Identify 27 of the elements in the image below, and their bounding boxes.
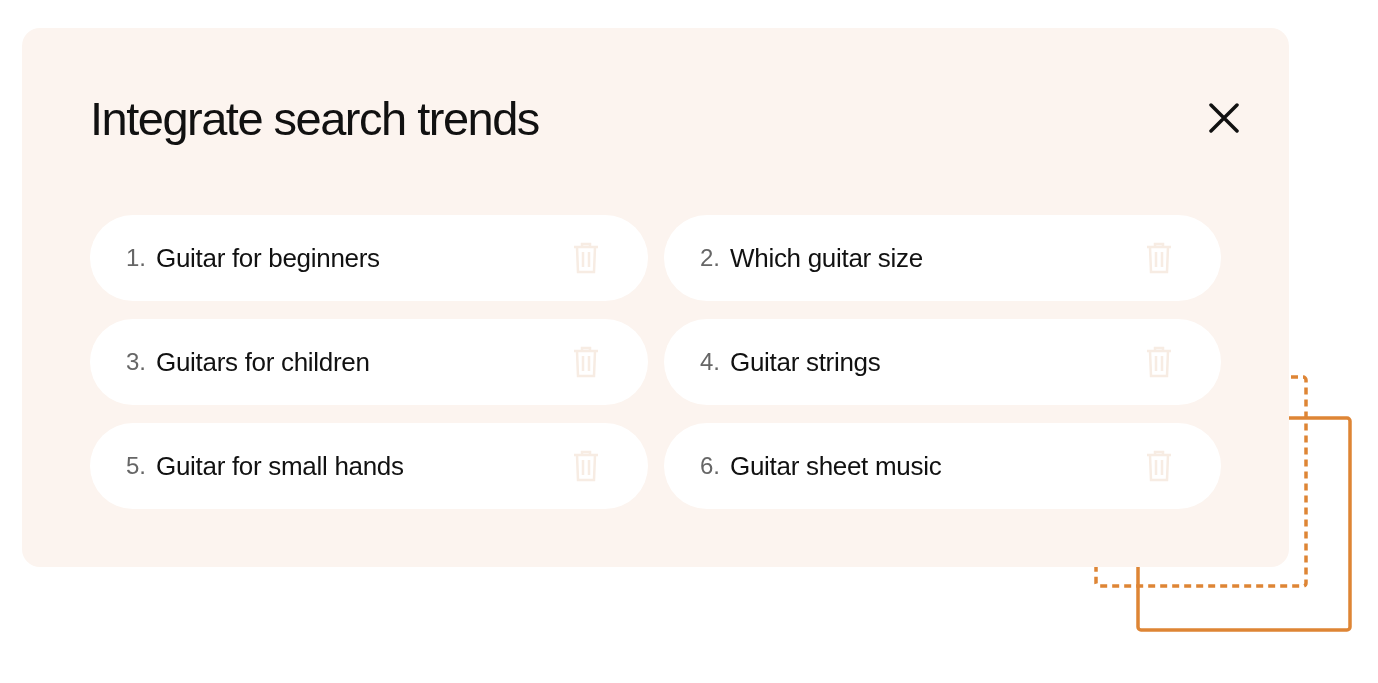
item-number: 1.: [126, 244, 147, 272]
delete-button[interactable]: [572, 450, 600, 482]
close-button[interactable]: [1209, 103, 1239, 133]
trend-label: Guitar for small hands: [156, 450, 405, 482]
trash-icon: [572, 242, 600, 274]
delete-button[interactable]: [572, 242, 600, 274]
trend-label: Which guitar size: [730, 242, 924, 274]
item-number: 6.: [700, 452, 721, 480]
item-number: 3.: [126, 348, 147, 376]
trend-label: Guitar for beginners: [156, 242, 381, 274]
delete-button[interactable]: [1145, 346, 1173, 378]
item-number: 5.: [126, 452, 147, 480]
dialog-title: Integrate search trends: [90, 90, 539, 146]
trash-icon: [572, 346, 600, 378]
trash-icon: [1145, 346, 1173, 378]
trend-label: Guitar sheet music: [730, 450, 943, 482]
delete-button[interactable]: [1145, 450, 1173, 482]
delete-button[interactable]: [1145, 242, 1173, 274]
item-number: 2.: [700, 244, 721, 272]
trend-label: Guitars for children: [156, 346, 371, 378]
trash-icon: [572, 450, 600, 482]
trash-icon: [1145, 450, 1173, 482]
trend-label: Guitar strings: [730, 346, 882, 378]
trash-icon: [1145, 242, 1173, 274]
delete-button[interactable]: [572, 346, 600, 378]
item-number: 4.: [700, 348, 721, 376]
close-icon: [1209, 103, 1239, 133]
